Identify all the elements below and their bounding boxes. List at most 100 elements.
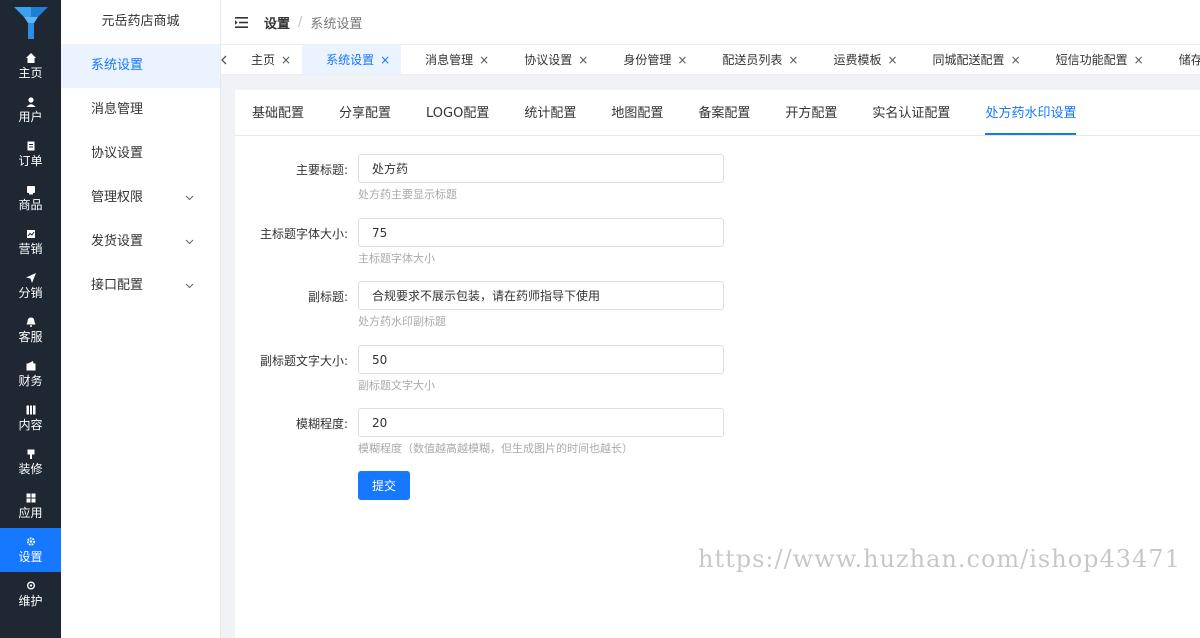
form-row: 副标题文字大小: 副标题文字大小 (235, 345, 1200, 405)
page-tab[interactable]: 系统设置 × (302, 45, 402, 74)
rail-item[interactable]: 财务 (0, 352, 61, 396)
bell-icon (26, 317, 36, 327)
rail-item[interactable]: 装修 (0, 440, 61, 484)
maintenance-icon (26, 581, 36, 591)
top-header: 设置 / 系统设置 (221, 0, 1200, 45)
rail-item[interactable]: 应用 (0, 484, 61, 528)
tab-label: 消息管理 (425, 53, 474, 67)
field-label: 副标题: (307, 290, 348, 304)
secondary-sidebar: 元岳药店商城 系统设置 消息管理 协议设置 管理权限 发货设置 接口配置 (61, 0, 221, 638)
field-input[interactable] (358, 154, 724, 183)
marketing-icon (26, 229, 36, 239)
rail-item[interactable]: 维护 (0, 572, 61, 616)
send-icon (25, 272, 36, 283)
close-icon[interactable]: × (380, 53, 390, 67)
rail-item[interactable]: 客服 (0, 308, 61, 352)
page-tab[interactable]: 主页 × (227, 45, 302, 74)
form-row: 模糊程度: 模糊程度（数值越高越模糊，但生成图片的时间也越长） (235, 408, 1200, 468)
config-subtab[interactable]: 统计配置 (524, 90, 576, 135)
rail-item[interactable]: 主页 (0, 44, 61, 88)
config-subtab[interactable]: 备案配置 (698, 90, 750, 135)
breadcrumb-main[interactable]: 设置 (264, 13, 290, 32)
rail-item-label: 应用 (18, 505, 43, 520)
rail-item[interactable]: 订单 (0, 132, 61, 176)
config-subtab[interactable]: LOGO配置 (426, 90, 489, 135)
rail-item[interactable]: 用户 (0, 88, 61, 132)
sidebar-item[interactable]: 管理权限 (61, 176, 220, 220)
rail-item-label: 营销 (18, 241, 43, 256)
tab-label: 系统设置 (326, 53, 375, 67)
home-icon (25, 52, 36, 63)
close-icon[interactable]: × (1134, 53, 1144, 67)
page-tab[interactable]: 配送员列表 × (698, 45, 809, 74)
field-input[interactable] (358, 281, 724, 310)
chevron-down-icon (185, 176, 194, 220)
config-subtab[interactable]: 基础配置 (252, 90, 304, 135)
rail-item-label: 客服 (18, 329, 43, 344)
rail-item[interactable]: 分销 (0, 264, 61, 308)
submit-button[interactable]: 提交 (358, 471, 410, 500)
field-label: 主要标题: (295, 163, 348, 177)
tab-label: 主页 (251, 53, 276, 67)
rail-item[interactable]: 内容 (0, 396, 61, 440)
sidebar-item[interactable]: 系统设置 (61, 44, 220, 88)
logo-icon[interactable] (0, 0, 61, 44)
tab-label: 短信功能配置 (1055, 53, 1128, 67)
page-tab[interactable]: 短信功能配置 × (1032, 45, 1155, 74)
field-label: 主标题字体大小: (259, 227, 348, 241)
rail-item-label: 用户 (18, 109, 43, 124)
rail-item-label: 维护 (18, 593, 43, 608)
config-subtab[interactable]: 地图配置 (611, 90, 663, 135)
config-subtab[interactable]: 处方药水印设置 (985, 90, 1077, 135)
config-subtab[interactable]: 分享配置 (339, 90, 391, 135)
config-subtab[interactable]: 实名认证配置 (872, 90, 950, 135)
page-tab[interactable]: 同城配送配置 × (909, 45, 1032, 74)
tab-label: 配送员列表 (722, 53, 783, 67)
wallet-icon (26, 360, 36, 371)
close-icon[interactable]: × (281, 53, 291, 67)
rail-item[interactable]: 营销 (0, 220, 61, 264)
form-row: 主标题字体大小: 主标题字体大小 (235, 218, 1200, 278)
form-row: 副标题: 处方药水印副标题 (235, 281, 1200, 341)
rail-item[interactable]: 商品 (0, 176, 61, 220)
rail-item-label: 装修 (18, 461, 43, 476)
field-help-text: 主标题字体大小 (358, 252, 435, 265)
rail-item-label: 主页 (18, 65, 43, 80)
menu-toggle-icon[interactable] (235, 15, 249, 29)
rail-item[interactable]: 设置 (0, 528, 61, 572)
field-input[interactable] (358, 345, 724, 374)
config-subtab[interactable]: 开方配置 (785, 90, 837, 135)
rail-item-label: 分销 (18, 285, 43, 300)
field-help-text: 副标题文字大小 (358, 379, 435, 392)
page-tab[interactable]: 储存配置× (1155, 45, 1200, 74)
rail-item-label: 设置 (18, 549, 43, 564)
rail-item-label: 商品 (18, 197, 43, 212)
close-icon[interactable]: × (479, 53, 489, 67)
close-icon[interactable]: × (578, 53, 588, 67)
page-tab[interactable]: 消息管理 × (401, 45, 500, 74)
tab-label: 同城配送配置 (932, 53, 1005, 67)
page-tab[interactable]: 运费模板 × (809, 45, 908, 74)
field-input[interactable] (358, 218, 724, 247)
close-icon[interactable]: × (677, 53, 687, 67)
close-icon[interactable]: × (788, 53, 798, 67)
sidebar-item[interactable]: 消息管理 (61, 88, 220, 132)
close-icon[interactable]: × (1011, 53, 1021, 67)
sidebar-item[interactable]: 发货设置 (61, 220, 220, 264)
field-input[interactable] (358, 408, 724, 437)
field-label: 模糊程度: (295, 417, 348, 431)
close-icon[interactable]: × (887, 53, 897, 67)
gear-icon (26, 537, 36, 547)
brush-icon (26, 449, 36, 459)
form-row: 主要标题: 处方药主要显示标题 (235, 154, 1200, 214)
breadcrumb-current: 系统设置 (310, 16, 363, 32)
sidebar-item[interactable]: 协议设置 (61, 132, 220, 176)
page-tab[interactable]: 协议设置 × (500, 45, 599, 74)
field-help-text: 处方药主要显示标题 (358, 188, 457, 201)
tab-label: 协议设置 (524, 53, 573, 67)
page-tab[interactable]: 身份管理 × (599, 45, 698, 74)
rail-item-label: 订单 (18, 153, 43, 168)
sidebar-item-label: 接口配置 (91, 278, 144, 293)
sidebar-item[interactable]: 接口配置 (61, 264, 220, 308)
tab-label: 身份管理 (623, 53, 672, 67)
